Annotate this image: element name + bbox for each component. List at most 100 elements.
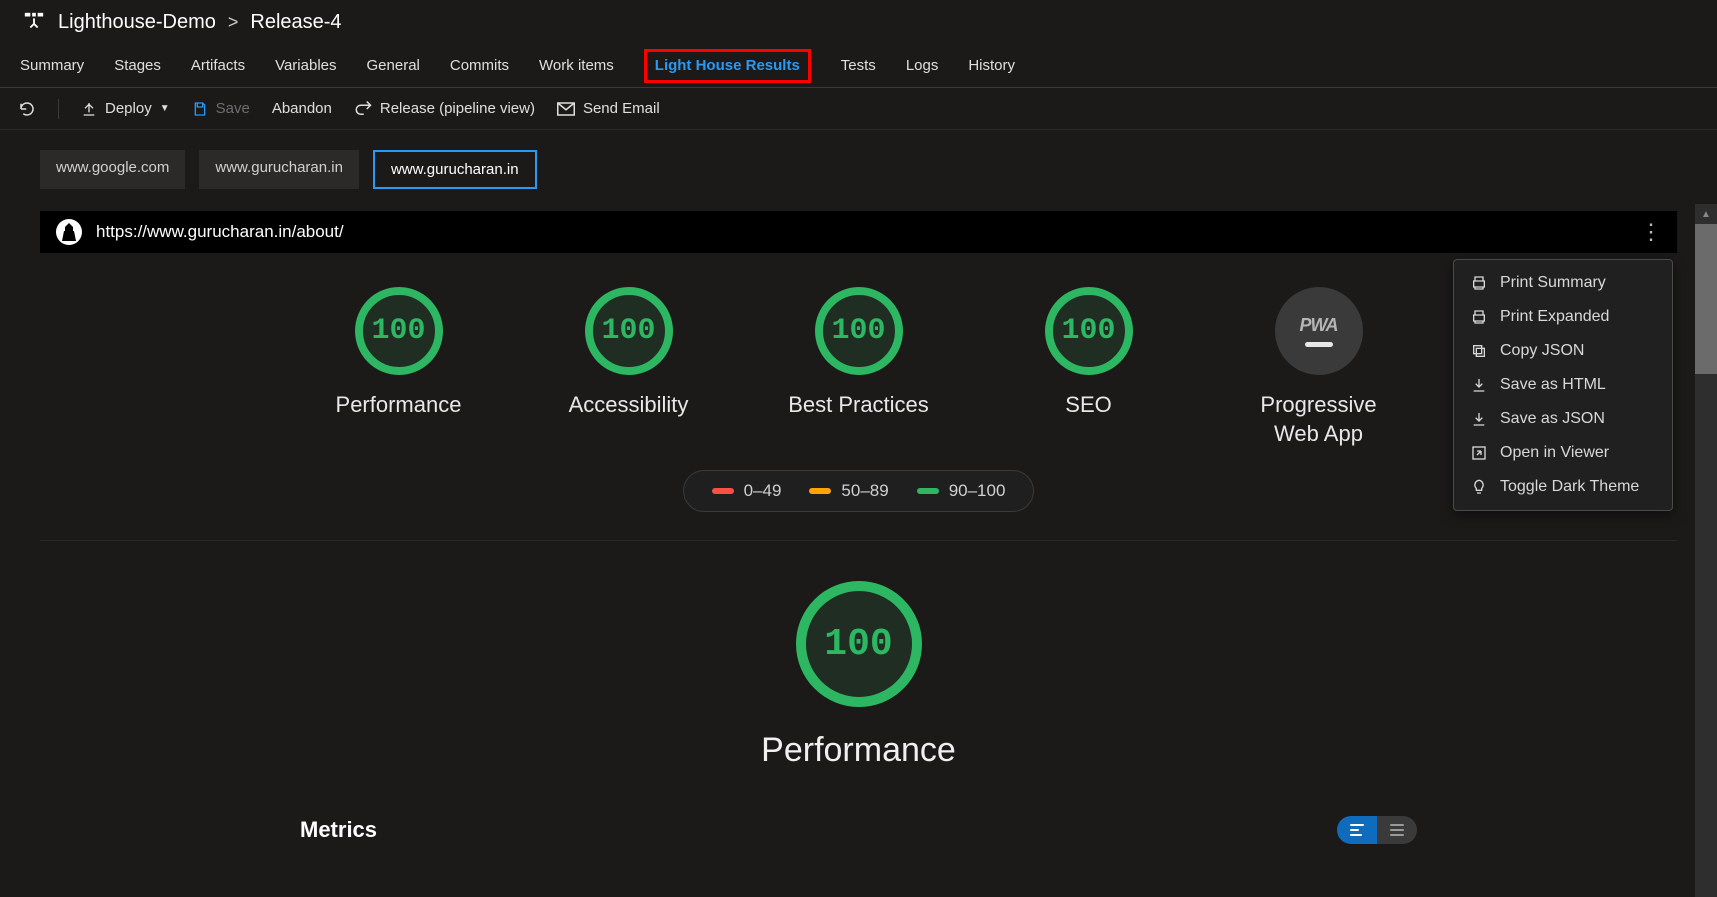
tab-stages[interactable]: Stages xyxy=(114,57,161,74)
legend-fail-icon xyxy=(712,488,734,494)
metrics-view-toggle[interactable] xyxy=(1337,816,1417,844)
release-view-label: Release (pipeline view) xyxy=(380,100,535,117)
gauge-score: 100 xyxy=(601,314,655,348)
gauge-score: 100 xyxy=(831,314,885,348)
tab-summary[interactable]: Summary xyxy=(20,57,84,74)
menu-label: Print Expanded xyxy=(1500,308,1609,326)
tab-logs[interactable]: Logs xyxy=(906,57,939,74)
score-legend: 0–49 50–89 90–100 xyxy=(683,470,1035,512)
performance-section: 100 Performance xyxy=(40,581,1677,770)
refresh-button[interactable] xyxy=(18,100,36,118)
breadcrumb-project[interactable]: Lighthouse-Demo xyxy=(58,11,216,34)
gauge-accessibility[interactable]: 100 Accessibility xyxy=(554,287,704,448)
gauge-label: Performance xyxy=(336,391,462,420)
menu-save-html[interactable]: Save as HTML xyxy=(1454,368,1672,402)
scrollbar-thumb[interactable] xyxy=(1695,224,1717,374)
legend-fail-label: 0–49 xyxy=(744,481,782,501)
copy-icon xyxy=(1470,343,1488,359)
breadcrumb-separator: > xyxy=(228,12,239,33)
tab-lighthouse[interactable]: Light House Results xyxy=(655,57,800,74)
menu-label: Save as HTML xyxy=(1500,376,1606,394)
url-tabs: www.google.com www.gurucharan.in www.gur… xyxy=(0,130,1717,189)
tab-history[interactable]: History xyxy=(968,57,1015,74)
gauge-ring: 100 xyxy=(585,287,673,375)
url-tab-1[interactable]: www.gurucharan.in xyxy=(199,150,359,189)
legend-fail: 0–49 xyxy=(712,481,782,501)
tab-artifacts[interactable]: Artifacts xyxy=(191,57,245,74)
breadcrumb: Lighthouse-Demo > Release-4 xyxy=(0,0,1717,44)
print-icon xyxy=(1470,275,1488,291)
deploy-label: Deploy xyxy=(105,100,152,117)
menu-print-summary[interactable]: Print Summary xyxy=(1454,266,1672,300)
menu-open-viewer[interactable]: Open in Viewer xyxy=(1454,436,1672,470)
pwa-badge-text: PWA xyxy=(1299,315,1337,336)
menu-print-expanded[interactable]: Print Expanded xyxy=(1454,300,1672,334)
chevron-down-icon: ▼ xyxy=(160,103,170,114)
section-divider xyxy=(40,540,1677,541)
release-view-button[interactable]: Release (pipeline view) xyxy=(354,100,535,118)
menu-label: Save as JSON xyxy=(1500,410,1605,428)
print-icon xyxy=(1470,309,1488,325)
performance-score: 100 xyxy=(824,623,892,666)
gauge-score: 100 xyxy=(371,314,425,348)
download-icon xyxy=(1470,377,1488,393)
url-tab-0[interactable]: www.google.com xyxy=(40,150,185,189)
release-icon xyxy=(22,10,46,34)
tab-lighthouse-highlight: Light House Results xyxy=(644,49,811,83)
performance-title: Performance xyxy=(761,731,956,770)
gauge-ring: 100 xyxy=(815,287,903,375)
report-url-bar: https://www.gurucharan.in/about/ ⋮ xyxy=(40,211,1677,253)
gauge-label: Progressive Web App xyxy=(1244,391,1394,448)
menu-label: Copy JSON xyxy=(1500,342,1584,360)
gauge-seo[interactable]: 100 SEO xyxy=(1014,287,1164,448)
view-toggle-compact-icon[interactable] xyxy=(1337,816,1377,844)
gauge-score: 100 xyxy=(1061,314,1115,348)
export-menu: Print Summary Print Expanded Copy JSON S… xyxy=(1453,259,1673,511)
breadcrumb-release[interactable]: Release-4 xyxy=(250,11,341,34)
toolbar: Deploy ▼ Save Abandon Release (pipeline … xyxy=(0,88,1717,130)
gauge-label: Accessibility xyxy=(569,391,689,420)
menu-label: Toggle Dark Theme xyxy=(1500,478,1639,496)
tab-tests[interactable]: Tests xyxy=(841,57,876,74)
deploy-button[interactable]: Deploy ▼ xyxy=(81,100,170,117)
gauge-pwa[interactable]: PWA Progressive Web App xyxy=(1244,287,1394,448)
abandon-button[interactable]: Abandon xyxy=(272,100,332,117)
send-email-button[interactable]: Send Email xyxy=(557,100,660,117)
kebab-menu-icon[interactable]: ⋮ xyxy=(1640,219,1661,245)
tab-variables[interactable]: Variables xyxy=(275,57,336,74)
scroll-up-icon[interactable]: ▲ xyxy=(1695,204,1717,224)
nav-tabs: Summary Stages Artifacts Variables Gener… xyxy=(0,44,1717,88)
legend-average: 50–89 xyxy=(809,481,888,501)
lighthouse-report: https://www.gurucharan.in/about/ ⋮ 100 P… xyxy=(40,211,1677,844)
gauge-row: 100 Performance 100 Accessibility 100 Be… xyxy=(40,253,1677,470)
legend-average-icon xyxy=(809,488,831,494)
gauge-performance[interactable]: 100 Performance xyxy=(324,287,474,448)
tab-commits[interactable]: Commits xyxy=(450,57,509,74)
tab-workitems[interactable]: Work items xyxy=(539,57,614,74)
gauge-best-practices[interactable]: 100 Best Practices xyxy=(784,287,934,448)
legend-pass-label: 90–100 xyxy=(949,481,1006,501)
performance-gauge-large: 100 xyxy=(796,581,922,707)
pwa-badge-icon: PWA xyxy=(1275,287,1363,375)
menu-toggle-theme[interactable]: Toggle Dark Theme xyxy=(1454,470,1672,504)
metrics-header: Metrics xyxy=(300,816,1417,844)
gauge-label: SEO xyxy=(1065,391,1111,420)
lightbulb-icon xyxy=(1470,479,1488,495)
menu-copy-json[interactable]: Copy JSON xyxy=(1454,334,1672,368)
download-icon xyxy=(1470,411,1488,427)
legend-pass-icon xyxy=(917,488,939,494)
open-external-icon xyxy=(1470,445,1488,461)
pwa-badge-bar xyxy=(1305,342,1333,347)
scrollbar[interactable]: ▲ xyxy=(1695,204,1717,897)
menu-label: Print Summary xyxy=(1500,274,1606,292)
metrics-title: Metrics xyxy=(300,817,377,843)
save-label: Save xyxy=(216,100,250,117)
gauge-ring: 100 xyxy=(1045,287,1133,375)
tab-general[interactable]: General xyxy=(367,57,420,74)
view-toggle-expanded-icon[interactable] xyxy=(1377,816,1417,844)
gauge-label: Best Practices xyxy=(788,391,929,420)
legend-average-label: 50–89 xyxy=(841,481,888,501)
menu-save-json[interactable]: Save as JSON xyxy=(1454,402,1672,436)
save-button: Save xyxy=(192,100,250,117)
url-tab-2[interactable]: www.gurucharan.in xyxy=(373,150,537,189)
